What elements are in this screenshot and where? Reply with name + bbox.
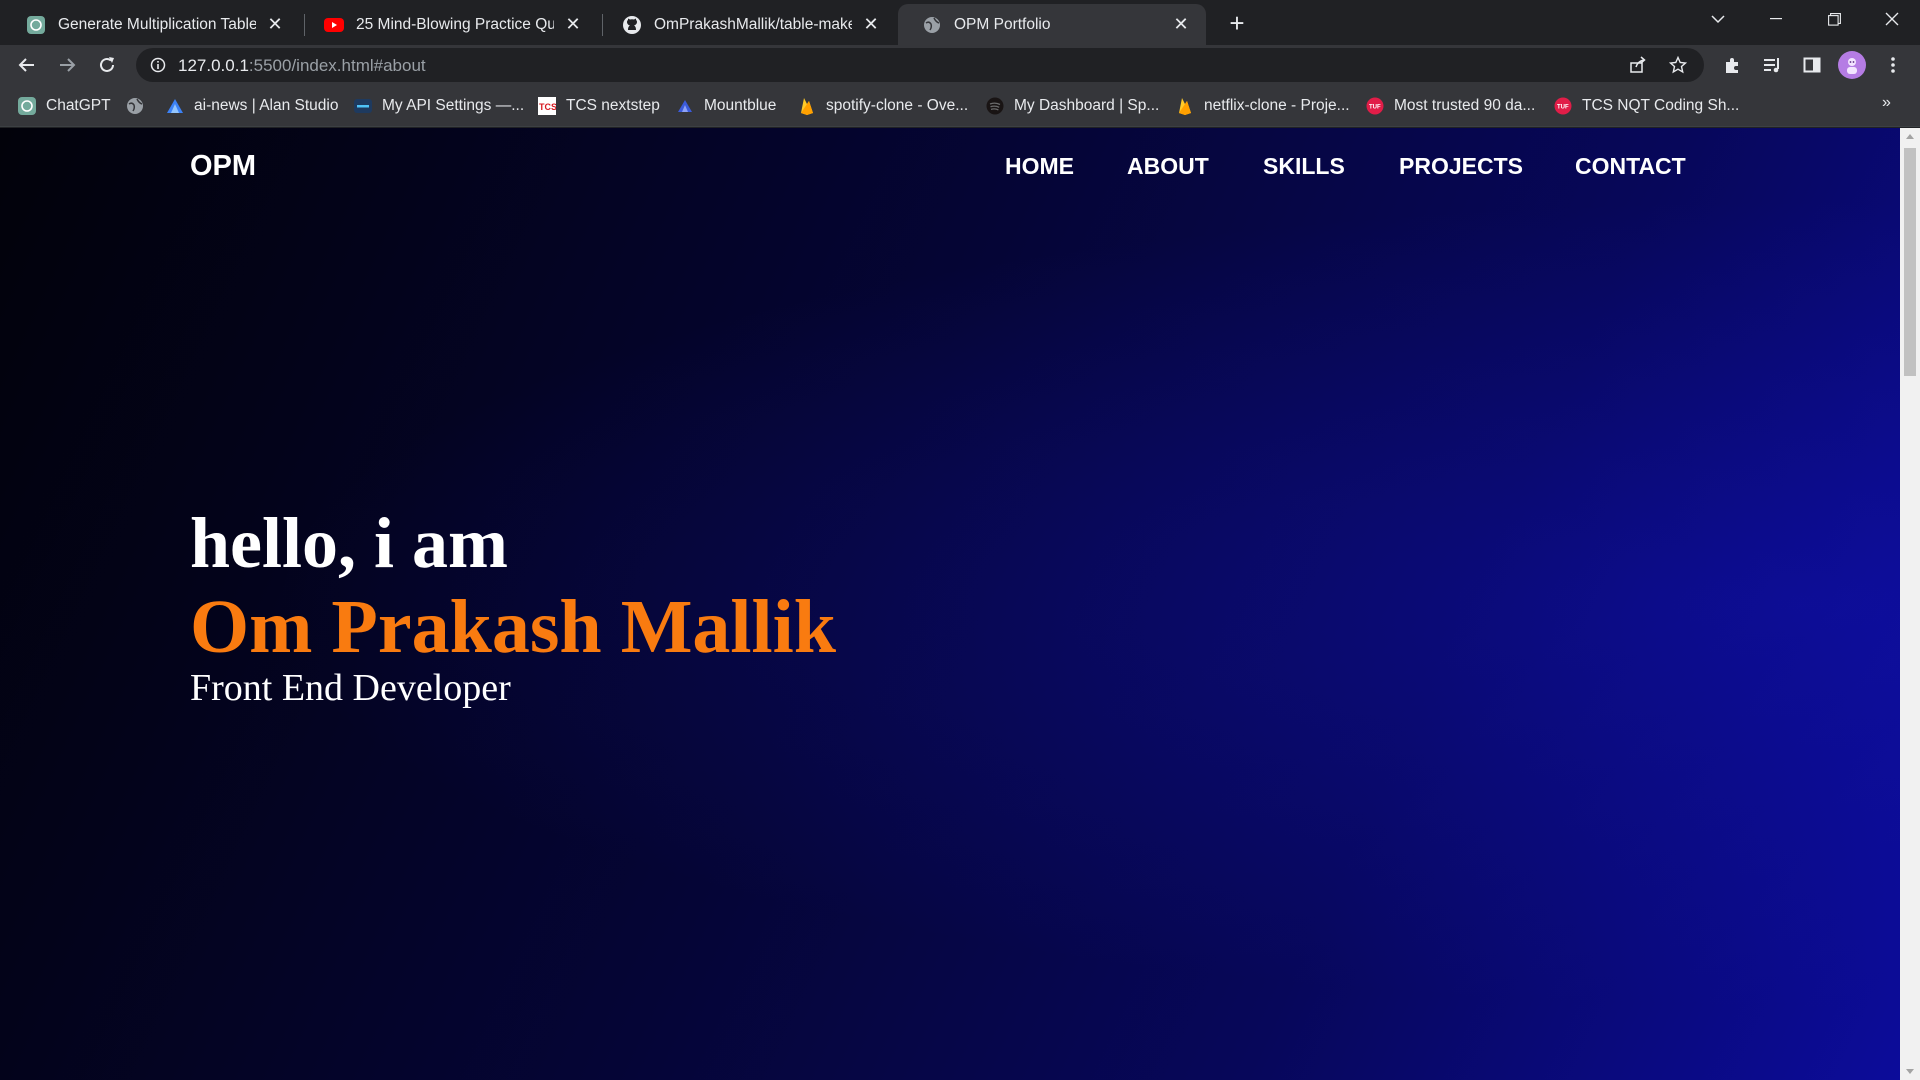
close-tab-icon[interactable]: ✕ — [1170, 14, 1192, 36]
tab-generate-multiplication-table[interactable]: Generate Multiplication Table ✕ — [2, 4, 300, 45]
alan-icon — [166, 97, 184, 115]
address-bar[interactable]: 127.0.0.1:5500/index.html#about — [136, 48, 1704, 82]
bookmark-label: TCS NQT Coding Sh... — [1582, 97, 1740, 114]
profile-avatar[interactable] — [1838, 51, 1866, 79]
close-tab-icon[interactable]: ✕ — [860, 14, 882, 36]
bookmark-netflix-clone[interactable]: netflix-clone - Proje... — [1176, 94, 1350, 118]
bookmark-label: Mountblue — [704, 97, 777, 114]
tuf-icon: TUF — [1554, 97, 1572, 115]
bookmark-label: spotify-clone - Ove... — [826, 97, 969, 114]
bookmark-star-icon[interactable] — [1664, 51, 1692, 79]
bookmarks-overflow-chevron-icon[interactable]: » — [1882, 94, 1891, 112]
globe-icon — [126, 97, 144, 115]
svg-text:TUF: TUF — [1557, 105, 1569, 111]
kebab-menu-icon[interactable] — [1878, 50, 1908, 80]
bookmark-label: netflix-clone - Proje... — [1204, 97, 1350, 114]
tab-title: OmPrakashMallik/table-maker — [654, 15, 852, 33]
bookmark-spotify-clone[interactable]: spotify-clone - Ove... — [798, 94, 968, 118]
close-tab-icon[interactable]: ✕ — [264, 14, 286, 36]
bookmark-ai-news[interactable]: ai-news | Alan Studio — [166, 94, 338, 118]
bookmark-label: ai-news | Alan Studio — [194, 97, 339, 114]
bookmark-most-trusted[interactable]: TUF Most trusted 90 da... — [1366, 94, 1535, 118]
hero-name: Om Prakash Mallik — [190, 585, 837, 669]
tab-table-maker-github[interactable]: OmPrakashMallik/table-maker ✕ — [598, 4, 896, 45]
close-tab-icon[interactable]: ✕ — [562, 14, 584, 36]
globe-icon — [922, 15, 942, 35]
side-panel-icon[interactable] — [1797, 50, 1827, 80]
url-host: 127.0.0.1 — [178, 56, 249, 75]
tab-practice-questions[interactable]: 25 Mind-Blowing Practice Questi ✕ — [300, 4, 598, 45]
bookmark-tcs-nqt[interactable]: TUF TCS NQT Coding Sh... — [1554, 94, 1739, 118]
bookmarks-bar: ChatGPT ai-news | Alan Studio My API Set… — [0, 85, 1920, 127]
tuf-icon: TUF — [1366, 97, 1384, 115]
reload-button[interactable] — [92, 50, 122, 80]
firebase-icon — [1176, 97, 1194, 115]
nav-about[interactable]: ABOUT — [1127, 153, 1209, 180]
tab-title: 25 Mind-Blowing Practice Questi — [356, 15, 554, 33]
youtube-icon — [324, 15, 344, 35]
back-button[interactable] — [12, 50, 42, 80]
url-path: :5500/index.html#about — [248, 56, 426, 75]
url-text[interactable]: 127.0.0.1:5500/index.html#about — [178, 56, 426, 76]
close-window-button[interactable] — [1864, 0, 1920, 38]
share-icon[interactable] — [1624, 51, 1652, 79]
restore-button[interactable] — [1806, 0, 1862, 38]
bookmark-mountblue[interactable]: Mountblue — [676, 94, 776, 118]
nav-home[interactable]: HOME — [1005, 153, 1074, 180]
tab-strip: Generate Multiplication Table ✕ 25 Mind-… — [0, 0, 1920, 45]
scroll-up-arrow-icon[interactable] — [1900, 128, 1920, 145]
page-scrollbar[interactable] — [1900, 128, 1920, 1080]
site-logo[interactable]: OPM — [190, 150, 256, 183]
scroll-down-arrow-icon[interactable] — [1900, 1063, 1920, 1080]
bookmark-label: My Dashboard | Sp... — [1014, 97, 1160, 114]
site-info-icon[interactable] — [148, 55, 168, 75]
bookmark-tcs-nextstep[interactable]: TCS TCS nextstep — [538, 94, 660, 118]
tab-search-chevron-icon[interactable] — [1690, 0, 1746, 38]
hero-role: Front End Developer — [190, 667, 511, 709]
svg-text:TCS: TCS — [539, 102, 556, 112]
tab-opm-portfolio[interactable]: OPM Portfolio ✕ — [898, 4, 1206, 45]
api-icon — [354, 97, 372, 115]
scrollbar-thumb[interactable] — [1904, 148, 1916, 376]
bookmark-chatgpt[interactable]: ChatGPT — [18, 94, 111, 118]
firebase-icon — [798, 97, 816, 115]
nav-projects[interactable]: PROJECTS — [1399, 153, 1523, 180]
bookmark-label: My API Settings —... — [382, 97, 525, 114]
forward-button[interactable] — [52, 50, 82, 80]
tcs-icon: TCS — [538, 97, 556, 115]
reading-list-icon[interactable] — [1757, 50, 1787, 80]
bookmark-label: Most trusted 90 da... — [1394, 97, 1536, 114]
github-icon — [622, 15, 642, 35]
nav-skills[interactable]: SKILLS — [1263, 153, 1345, 180]
minimize-button[interactable] — [1748, 0, 1804, 38]
page-viewport: OPM HOME ABOUT SKILLS PROJECTS CONTACT h… — [0, 128, 1900, 1080]
spotify-icon — [986, 97, 1004, 115]
extensions-icon[interactable] — [1717, 50, 1747, 80]
bookmark-label: ChatGPT — [46, 97, 111, 114]
bookmark-my-api-settings[interactable]: My API Settings —... — [354, 94, 524, 118]
svg-text:TUF: TUF — [1369, 105, 1381, 111]
new-tab-button[interactable]: + — [1222, 8, 1252, 38]
chatgpt-icon — [18, 97, 36, 115]
bookmark-my-dashboard[interactable]: My Dashboard | Sp... — [986, 94, 1159, 118]
tab-title: Generate Multiplication Table — [58, 15, 256, 33]
bookmark-label: TCS nextstep — [566, 97, 660, 114]
mountblue-icon — [676, 97, 694, 115]
bookmark-globe[interactable] — [126, 94, 154, 118]
tab-title: OPM Portfolio — [954, 15, 1051, 33]
chatgpt-icon — [26, 15, 46, 35]
nav-contact[interactable]: CONTACT — [1575, 153, 1686, 180]
hero-greeting: hello, i am — [190, 503, 508, 583]
browser-toolbar: 127.0.0.1:5500/index.html#about — [0, 45, 1920, 85]
